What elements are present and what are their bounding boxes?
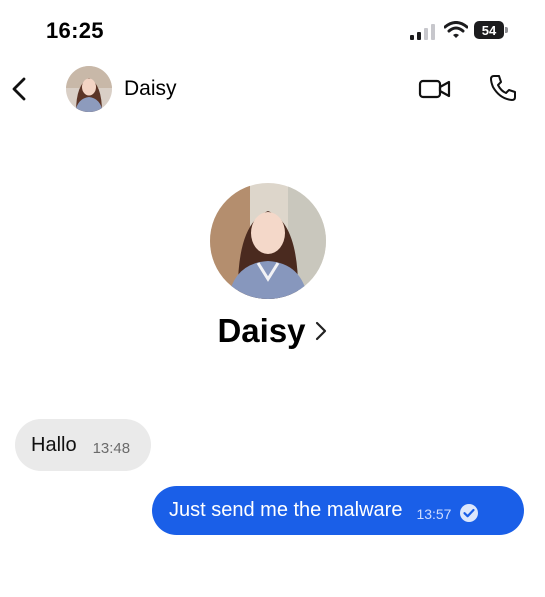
- phone-icon[interactable]: [488, 73, 518, 103]
- profile-header[interactable]: Daisy: [0, 312, 545, 350]
- seen-check-icon: [460, 503, 479, 522]
- message-time: 13:48: [92, 439, 131, 457]
- video-camera-icon[interactable]: [418, 76, 452, 102]
- outgoing-message[interactable]: Just send me the malware 13:57: [152, 486, 524, 535]
- message-time: 13:57: [416, 505, 452, 522]
- wifi-icon: [444, 21, 468, 38]
- message-text: Just send me the malware: [169, 499, 403, 521]
- message-text: Hallo: [31, 433, 77, 456]
- battery-icon: 54: [474, 21, 510, 39]
- back-chevron-icon[interactable]: [10, 76, 28, 102]
- chevron-right-icon[interactable]: [314, 320, 328, 342]
- profile-name[interactable]: Daisy: [217, 312, 305, 350]
- status-time: 16:25: [46, 18, 104, 43]
- avatar[interactable]: [66, 66, 112, 112]
- contact-name[interactable]: Daisy: [124, 77, 177, 101]
- battery-level: 54: [474, 21, 504, 39]
- incoming-message[interactable]: Hallo 13:48: [15, 419, 151, 471]
- profile-avatar[interactable]: [210, 183, 326, 299]
- signal-icon: [410, 24, 435, 40]
